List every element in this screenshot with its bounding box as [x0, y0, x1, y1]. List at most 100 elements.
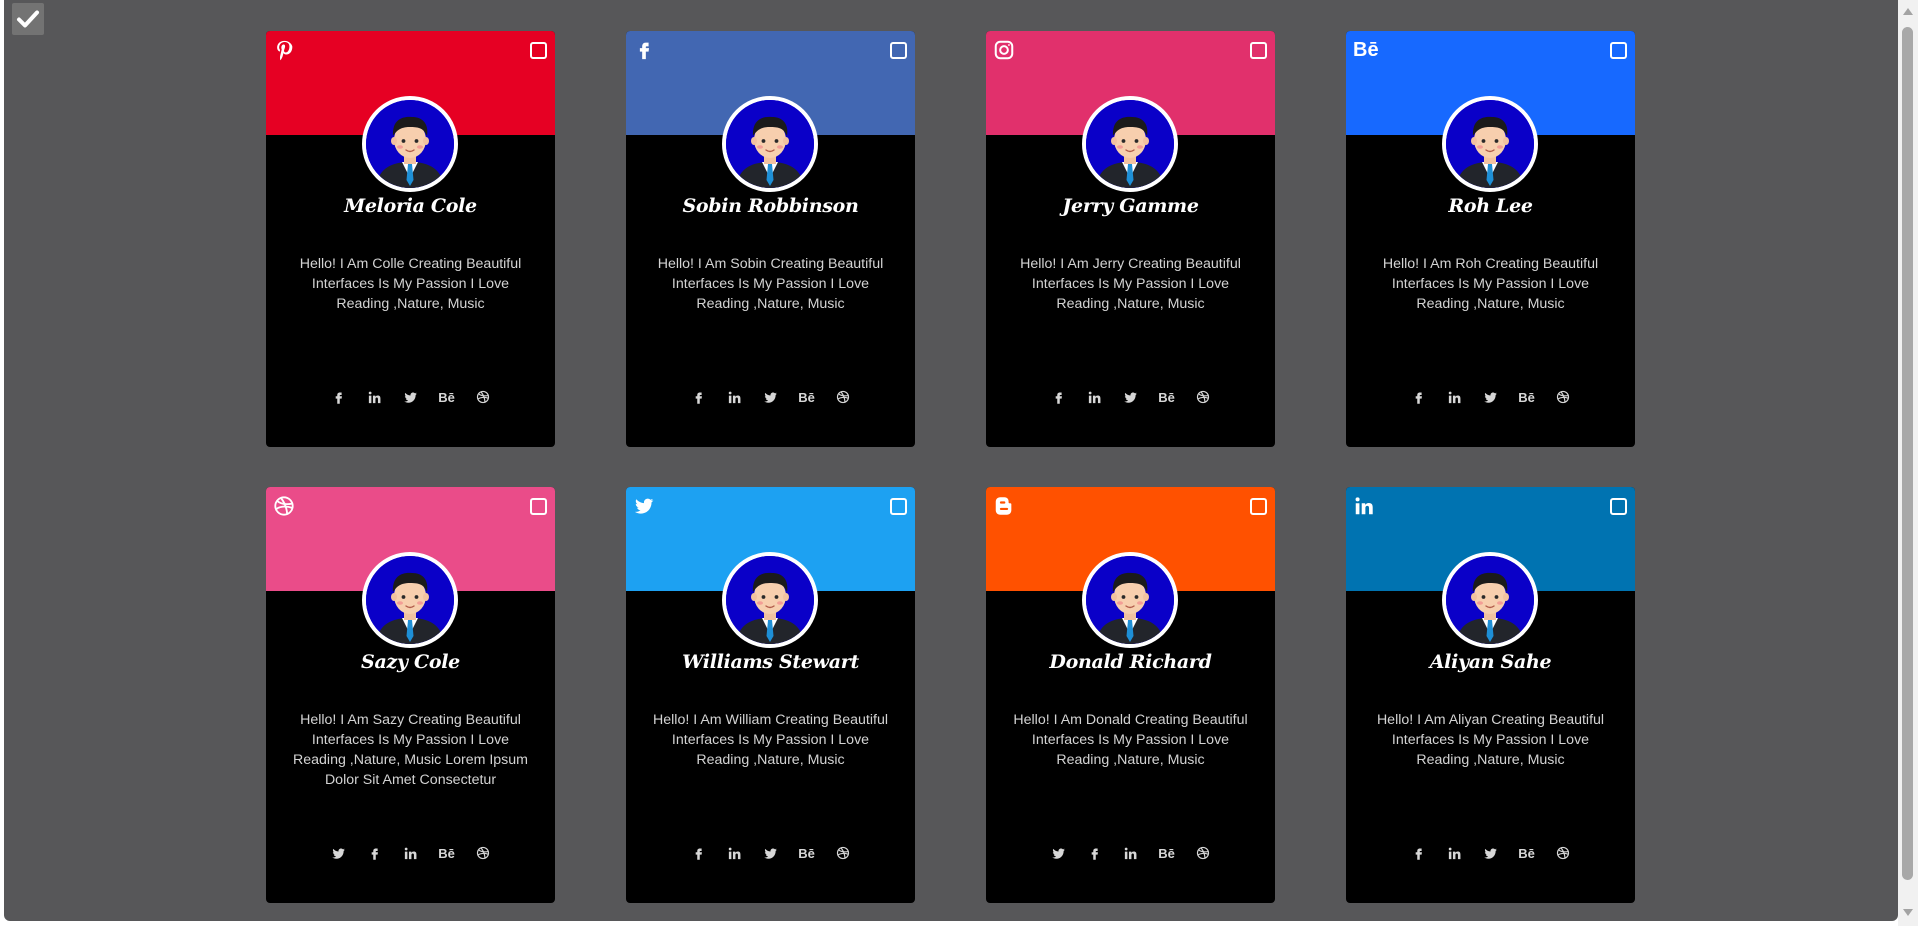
- facebook-link-icon[interactable]: [1408, 387, 1430, 407]
- profile-bio: Hello! I Am Donald Creating Beautiful In…: [1013, 712, 1248, 768]
- profile-card: Meloria Cole Hello! I Am Colle Creating …: [266, 31, 555, 447]
- facebook-link-icon[interactable]: [1408, 843, 1430, 863]
- check-icon: [17, 10, 39, 28]
- profile-bio: Hello! I Am Sobin Creating Beautiful Int…: [657, 256, 884, 312]
- twitter-icon[interactable]: [633, 495, 657, 519]
- profile-card: Sobin Robbinson Hello! I Am Sobin Creati…: [626, 31, 915, 447]
- scrollbar-thumb[interactable]: [1902, 27, 1913, 880]
- linkedin-icon[interactable]: [1353, 495, 1377, 519]
- blogger-icon[interactable]: [993, 495, 1017, 519]
- avatar: [722, 96, 818, 192]
- behance-label: Bē: [1158, 845, 1175, 861]
- avatar: [1442, 96, 1538, 192]
- avatar: [1082, 96, 1178, 192]
- social-links: Bē: [1346, 387, 1635, 407]
- facebook-link-icon[interactable]: [364, 843, 386, 863]
- twitter-link-icon[interactable]: [1480, 387, 1502, 407]
- linkedin-link-icon[interactable]: [724, 843, 746, 863]
- instagram-icon[interactable]: [993, 39, 1017, 63]
- facebook-link-icon[interactable]: [328, 387, 350, 407]
- twitter-link-icon[interactable]: [760, 843, 782, 863]
- dribbble-link-icon[interactable]: [1192, 843, 1214, 863]
- profile-name: Jerry Gamme: [1062, 195, 1199, 217]
- behance-label: Bē: [438, 845, 455, 861]
- facebook-icon[interactable]: [633, 39, 657, 63]
- profile-name: Sazy Cole: [361, 651, 460, 673]
- profile-bio: Hello! I Am Colle Creating Beautiful Int…: [299, 256, 522, 312]
- behance-link-icon[interactable]: Bē: [436, 387, 458, 407]
- dribbble-link-icon[interactable]: [1192, 387, 1214, 407]
- behance-link-icon[interactable]: Bē: [1156, 387, 1178, 407]
- facebook-link-icon[interactable]: [1048, 387, 1070, 407]
- twitter-link-icon[interactable]: [760, 387, 782, 407]
- dribbble-link-icon[interactable]: [1552, 387, 1574, 407]
- twitter-link-icon[interactable]: [1048, 843, 1070, 863]
- behance-label: Bē: [438, 389, 455, 405]
- social-links: Bē: [266, 387, 555, 407]
- linkedin-link-icon[interactable]: [400, 843, 422, 863]
- card-select-checkbox[interactable]: [1610, 42, 1627, 59]
- card-select-checkbox[interactable]: [1610, 498, 1627, 515]
- card-gallery: Meloria Cole Hello! I Am Colle Creating …: [4, 0, 1898, 921]
- scroll-down-arrow-icon[interactable]: [1903, 909, 1913, 916]
- card-select-checkbox[interactable]: [890, 42, 907, 59]
- behance-label: Bē: [1158, 389, 1175, 405]
- profile-bio: Hello! I Am Sazy Creating Beautiful Inte…: [293, 712, 528, 788]
- profile-bio: Hello! I Am William Creating Beautiful I…: [653, 712, 888, 768]
- linkedin-link-icon[interactable]: [1444, 387, 1466, 407]
- avatar: [1442, 552, 1538, 648]
- linkedin-link-icon[interactable]: [364, 387, 386, 407]
- dribbble-link-icon[interactable]: [1552, 843, 1574, 863]
- social-links: Bē: [986, 843, 1275, 863]
- behance-link-icon[interactable]: Bē: [1516, 843, 1538, 863]
- profile-bio: Hello! I Am Roh Creating Beautiful Inter…: [1382, 256, 1599, 312]
- social-links: Bē: [1346, 843, 1635, 863]
- linkedin-link-icon[interactable]: [724, 387, 746, 407]
- select-all-checkbox[interactable]: [12, 3, 44, 35]
- dribbble-link-icon[interactable]: [832, 387, 854, 407]
- pinterest-icon[interactable]: [273, 39, 297, 63]
- card-select-checkbox[interactable]: [1250, 498, 1267, 515]
- twitter-link-icon[interactable]: [400, 387, 422, 407]
- behance-icon[interactable]: Bē: [1353, 39, 1379, 63]
- scroll-up-arrow-icon[interactable]: [1903, 8, 1913, 15]
- profile-name: Donald Richard: [1049, 651, 1212, 673]
- behance-label: Bē: [798, 389, 815, 405]
- vertical-scrollbar[interactable]: [1898, 0, 1918, 926]
- behance-link-icon[interactable]: Bē: [436, 843, 458, 863]
- dribbble-link-icon[interactable]: [472, 843, 494, 863]
- linkedin-link-icon[interactable]: [1444, 843, 1466, 863]
- twitter-link-icon[interactable]: [328, 843, 350, 863]
- social-links: Bē: [626, 387, 915, 407]
- profile-name: Aliyan Sahe: [1429, 651, 1552, 673]
- social-links: Bē: [266, 843, 555, 863]
- card-select-checkbox[interactable]: [1250, 42, 1267, 59]
- facebook-link-icon[interactable]: [1084, 843, 1106, 863]
- card-select-checkbox[interactable]: [530, 42, 547, 59]
- card-select-checkbox[interactable]: [890, 498, 907, 515]
- linkedin-link-icon[interactable]: [1120, 843, 1142, 863]
- behance-link-icon[interactable]: Bē: [1156, 843, 1178, 863]
- behance-link-icon[interactable]: Bē: [796, 843, 818, 863]
- twitter-link-icon[interactable]: [1120, 387, 1142, 407]
- card-select-checkbox[interactable]: [530, 498, 547, 515]
- linkedin-link-icon[interactable]: [1084, 387, 1106, 407]
- facebook-link-icon[interactable]: [688, 387, 710, 407]
- behance-label: Bē: [1518, 389, 1535, 405]
- profile-name: Meloria Cole: [344, 195, 477, 217]
- behance-brand-label: Bē: [1353, 39, 1379, 61]
- facebook-link-icon[interactable]: [688, 843, 710, 863]
- profile-bio: Hello! I Am Aliyan Creating Beautiful In…: [1376, 712, 1605, 768]
- profile-name: Roh Lee: [1448, 195, 1533, 217]
- behance-link-icon[interactable]: Bē: [796, 387, 818, 407]
- dribbble-link-icon[interactable]: [472, 387, 494, 407]
- social-links: Bē: [626, 843, 915, 863]
- dribbble-link-icon[interactable]: [832, 843, 854, 863]
- profile-name: Williams Stewart: [682, 651, 859, 673]
- dribbble-icon[interactable]: [273, 495, 297, 519]
- behance-link-icon[interactable]: Bē: [1516, 387, 1538, 407]
- profile-card: Bē Roh Lee Hello! I Am Roh Creating Beau…: [1346, 31, 1635, 447]
- behance-label: Bē: [1518, 845, 1535, 861]
- twitter-link-icon[interactable]: [1480, 843, 1502, 863]
- avatar: [1082, 552, 1178, 648]
